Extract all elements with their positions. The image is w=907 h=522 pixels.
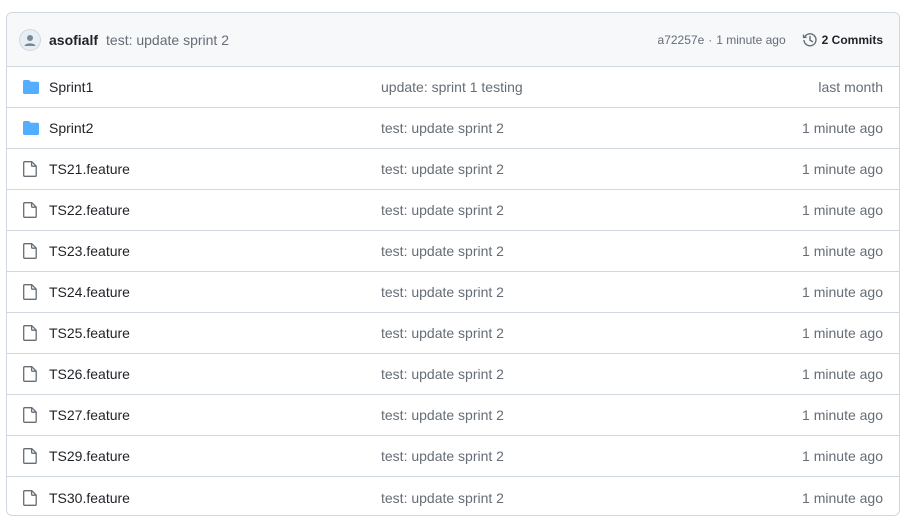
- file-name-link[interactable]: Sprint1: [49, 79, 381, 95]
- file-commit-age: 1 minute ago: [802, 489, 883, 506]
- file-row[interactable]: TS29.feature test: update sprint 21 minut…: [7, 436, 899, 477]
- file-rows: Sprint1 update: sprint 1 testing last mont…: [7, 67, 899, 515]
- file-commit-message-link[interactable]: test: update sprint 2: [381, 161, 802, 177]
- file-commit-message-link[interactable]: test: update sprint 2: [381, 490, 802, 506]
- commit-time: 1 minute ago: [716, 32, 786, 47]
- file-name-link[interactable]: TS22.feature: [49, 202, 381, 218]
- file-icon: [23, 407, 39, 423]
- file-commit-message-link[interactable]: test: update sprint 2: [381, 407, 802, 423]
- file-name-link[interactable]: TS27.feature: [49, 407, 381, 423]
- meta-separator: ·: [708, 32, 713, 47]
- file-name-link[interactable]: TS26.feature: [49, 366, 381, 382]
- file-row[interactable]: TS30.feature test: update sprint 21 minut…: [7, 477, 899, 515]
- file-commit-message-link[interactable]: test: update sprint 2: [381, 448, 802, 464]
- file-name-link[interactable]: TS24.feature: [49, 284, 381, 300]
- file-name-link[interactable]: TS21.feature: [49, 161, 381, 177]
- file-icon: [23, 325, 39, 341]
- file-name-link[interactable]: Sprint2: [49, 120, 381, 136]
- file-row[interactable]: TS23.feature test: update sprint 21 minut…: [7, 231, 899, 272]
- commit-sha-link[interactable]: a72257e: [658, 33, 705, 47]
- commits-count-label: 2 Commits: [821, 32, 883, 47]
- file-icon: [23, 366, 39, 382]
- file-name-link[interactable]: TS25.feature: [49, 325, 381, 341]
- file-commit-age: 1 minute ago: [802, 325, 883, 341]
- file-row[interactable]: TS21.feature test: update sprint 21 minut…: [7, 149, 899, 190]
- file-commit-age: 1 minute ago: [802, 284, 883, 300]
- user-avatar-icon[interactable]: [19, 28, 41, 51]
- file-commit-age: last month: [818, 79, 883, 95]
- file-icon: [23, 448, 39, 464]
- file-commit-age: 1 minute ago: [802, 407, 883, 423]
- file-commit-message-link[interactable]: test: update sprint 2: [381, 284, 802, 300]
- folder-icon: [23, 79, 39, 95]
- file-commit-age: 1 minute ago: [802, 448, 883, 464]
- file-commit-message-link[interactable]: test: update sprint 2: [381, 366, 802, 382]
- commits-history-link[interactable]: 2 Commits: [802, 32, 883, 48]
- file-row[interactable]: Sprint2 test: update sprint 21 minute ago: [7, 108, 899, 149]
- latest-commit-bar: asofialf test: update sprint 2 a72257e ·…: [7, 13, 899, 67]
- file-commit-age: 1 minute ago: [802, 120, 883, 136]
- file-commit-age: 1 minute ago: [802, 366, 883, 382]
- file-name-link[interactable]: TS30.feature: [49, 490, 381, 506]
- file-name-link[interactable]: TS23.feature: [49, 243, 381, 259]
- file-commit-age: 1 minute ago: [802, 161, 883, 177]
- file-commit-message-link[interactable]: test: update sprint 2: [381, 202, 802, 218]
- file-commit-message-link[interactable]: test: update sprint 2: [381, 243, 802, 259]
- file-icon: [23, 489, 39, 506]
- file-commit-age: 1 minute ago: [802, 202, 883, 218]
- file-list-box: asofialf test: update sprint 2 a72257e ·…: [6, 12, 900, 516]
- file-commit-age: 1 minute ago: [802, 243, 883, 259]
- commit-message-link[interactable]: test: update sprint 2: [106, 32, 229, 48]
- file-icon: [23, 243, 39, 259]
- file-icon: [23, 284, 39, 300]
- file-row[interactable]: TS25.feature test: update sprint 21 minut…: [7, 313, 899, 354]
- file-name-link[interactable]: TS29.feature: [49, 448, 381, 464]
- file-row[interactable]: TS22.feature test: update sprint 21 minut…: [7, 190, 899, 231]
- commit-author-link[interactable]: asofialf: [49, 32, 98, 48]
- file-icon: [23, 161, 39, 177]
- file-row[interactable]: TS26.feature test: update sprint 21 minut…: [7, 354, 899, 395]
- file-icon: [23, 202, 39, 218]
- history-icon: [802, 32, 817, 46]
- file-commit-message-link[interactable]: test: update sprint 2: [381, 120, 802, 136]
- file-row[interactable]: TS24.feature test: update sprint 21 minut…: [7, 272, 899, 313]
- file-commit-message-link[interactable]: test: update sprint 2: [381, 325, 802, 341]
- file-commit-message-link[interactable]: update: sprint 1 testing: [381, 79, 818, 95]
- file-row[interactable]: Sprint1 update: sprint 1 testing last mont…: [7, 67, 899, 108]
- folder-icon: [23, 120, 39, 136]
- commit-meta: a72257e · 1 minute ago: [658, 33, 786, 47]
- file-row[interactable]: TS27.feature test: update sprint 21 minut…: [7, 395, 899, 436]
